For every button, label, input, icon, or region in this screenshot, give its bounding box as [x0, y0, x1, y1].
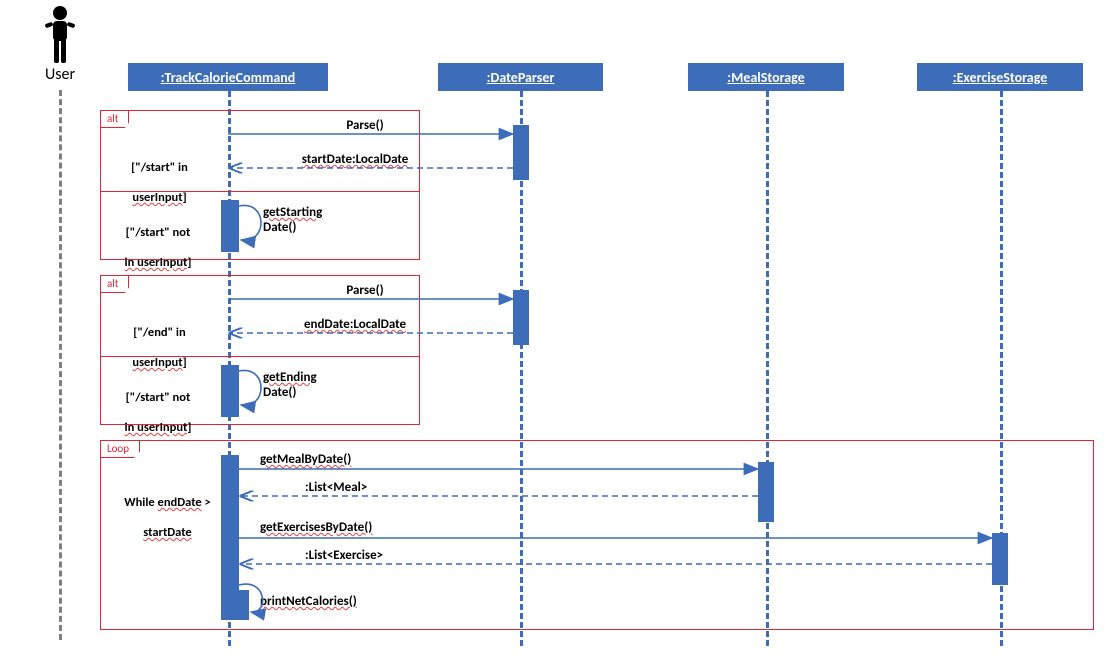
- fragment-tab-alt-2: alt: [100, 275, 129, 293]
- alt2-guard-2: ["/start" not in userInput]: [108, 375, 208, 435]
- msg-enddate: endDate:LocalDate: [255, 317, 455, 332]
- alt1-guard-2: ["/start" not in userInput]: [108, 210, 208, 270]
- activation-trackcalorie-self2: [221, 365, 239, 417]
- fragment-loop: Loop: [100, 440, 1094, 630]
- msg-startdate: startDate:LocalDate: [255, 152, 455, 167]
- activation-exercisestorage: [992, 533, 1008, 585]
- participant-mealstorage: :MealStorage: [688, 63, 844, 91]
- msg-getmealbydate: getMealByDate(): [260, 452, 351, 467]
- actor-user: User: [35, 5, 85, 84]
- activation-dateparser-1: [513, 125, 529, 180]
- participant-dateparser: :DateParser: [438, 63, 603, 91]
- activation-trackcalorie-loop-inner: [231, 590, 249, 620]
- msg-getending: getEnding Date(): [263, 370, 353, 400]
- participant-trackcalorie: :TrackCalorieCommand: [128, 63, 328, 91]
- msg-listmeal: :List<Meal>: [305, 480, 367, 495]
- lifeline-user: [59, 90, 62, 640]
- loop-guard: While endDate > startDate: [110, 480, 225, 540]
- fragment-tab-loop: Loop: [100, 440, 140, 458]
- alt2-guard-1: ["/end" in userInput]: [112, 310, 207, 370]
- person-icon: [43, 5, 77, 65]
- msg-printnet: printNetCalories(): [260, 594, 357, 609]
- activation-mealstorage: [758, 462, 774, 522]
- activation-dateparser-2: [513, 290, 529, 345]
- msg-getexercisesbydate: getExercisesByDate(): [260, 520, 372, 535]
- actor-label: User: [35, 65, 85, 84]
- msg-parse-1: Parse(): [265, 118, 465, 133]
- fragment-tab-alt-1: alt: [100, 110, 129, 128]
- msg-listexercise: :List<Exercise>: [305, 548, 383, 563]
- participant-exercisestorage: :ExerciseStorage: [917, 63, 1083, 91]
- activation-trackcalorie-self1: [221, 200, 239, 252]
- alt1-guard-1: ["/start" in userInput]: [112, 145, 207, 205]
- msg-parse-2: Parse(): [265, 283, 465, 298]
- msg-getstarting: getStarting Date(): [263, 205, 353, 235]
